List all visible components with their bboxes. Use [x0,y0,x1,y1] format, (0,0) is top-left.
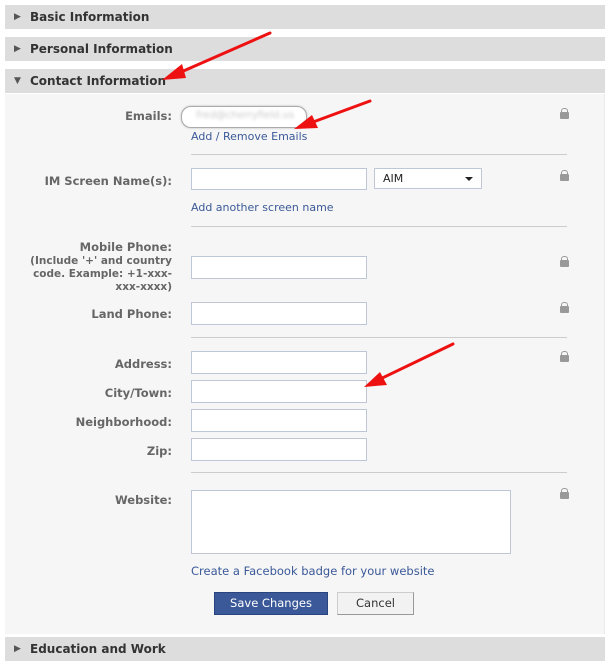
mobile-phone-hint-2: code. Example: +1-xxx- [33,268,172,280]
website-label: Website: [115,493,172,507]
zip-label: Zip: [146,444,172,458]
im-screen-name-input[interactable] [191,168,367,190]
expand-triangle-icon: ▶ [14,644,21,654]
city-town-label: City/Town: [104,386,172,400]
zip-input[interactable] [191,438,367,461]
divider [191,337,567,338]
city-town-input[interactable] [191,380,367,403]
neighborhood-input[interactable] [191,409,367,432]
emails-label: Emails: [125,109,172,123]
add-another-screen-name-link[interactable]: Add another screen name [191,201,334,214]
im-service-value: AIM [383,172,404,185]
section-header-contact-information[interactable]: ▼ Contact Information [5,69,605,93]
expand-triangle-icon: ▶ [14,44,21,54]
land-phone-input[interactable] [191,302,367,325]
create-facebook-badge-link[interactable]: Create a Facebook badge for your website [191,564,434,578]
chevron-down-icon [465,177,473,181]
privacy-lock-icon[interactable] [560,170,569,181]
save-changes-button[interactable]: Save Changes [214,592,328,615]
email-token[interactable]: fred@cherryfield.us [181,106,307,128]
section-title: Personal Information [30,42,173,56]
privacy-lock-icon[interactable] [560,351,569,362]
mobile-phone-hint-1: (Include '+' and country [30,255,172,267]
address-input[interactable] [191,351,367,374]
privacy-lock-icon[interactable] [560,256,569,267]
privacy-lock-icon[interactable] [560,488,569,499]
divider [191,472,567,473]
expand-triangle-icon: ▶ [14,12,21,22]
section-header-education-and-work[interactable]: ▶ Education and Work [5,637,605,661]
mobile-phone-label: Mobile Phone: [79,240,172,254]
section-header-personal-information[interactable]: ▶ Personal Information [5,37,605,61]
privacy-lock-icon[interactable] [560,302,569,313]
section-header-basic-information[interactable]: ▶ Basic Information [5,5,605,29]
section-title: Contact Information [30,74,167,88]
address-label: Address: [114,357,172,371]
section-title: Education and Work [30,642,166,656]
divider [191,226,567,227]
cancel-button[interactable]: Cancel [337,592,414,615]
privacy-lock-icon[interactable] [560,108,569,119]
section-title: Basic Information [30,10,150,24]
email-value: fred@cherryfield.us [196,110,295,121]
contact-information-panel: Emails: fred@cherryfield.us Add / Remove… [5,94,605,634]
neighborhood-label: Neighborhood: [75,415,172,429]
im-service-select[interactable]: AIM [374,168,482,189]
website-textarea[interactable] [191,490,511,554]
divider [191,154,567,155]
mobile-phone-input[interactable] [191,256,367,279]
mobile-phone-hint-3: xxx-xxxx) [115,281,172,293]
land-phone-label: Land Phone: [91,307,172,321]
collapse-triangle-icon: ▼ [14,76,21,86]
add-remove-emails-link[interactable]: Add / Remove Emails [191,130,307,143]
im-screen-names-label: IM Screen Name(s): [44,174,172,188]
